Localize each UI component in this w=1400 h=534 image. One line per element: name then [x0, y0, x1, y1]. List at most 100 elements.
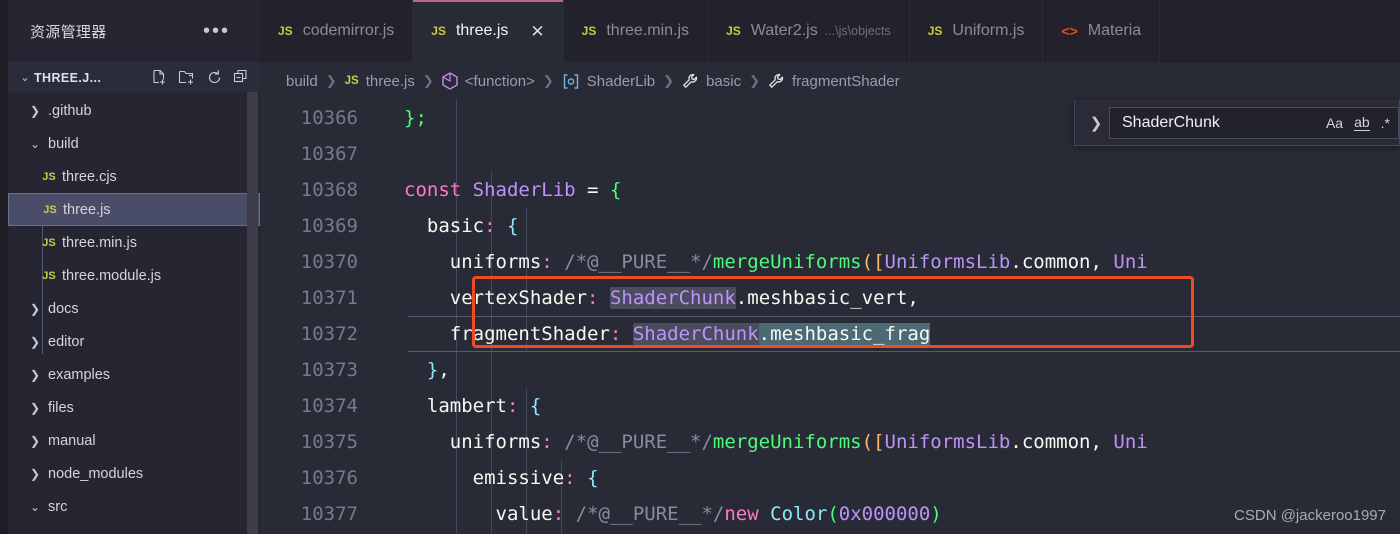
line-number: 10375 — [300, 431, 358, 453]
regex-icon[interactable]: .* — [1381, 116, 1390, 130]
code-line[interactable]: 10370 uniforms: /*@__PURE__*/mergeUnifor… — [260, 244, 1400, 280]
find-widget[interactable]: ❯ ShaderChunk Aa ab .* — [1074, 100, 1400, 146]
breadcrumb-separator-icon: ❯ — [542, 73, 554, 88]
chevron-down-icon[interactable]: ⌄ — [16, 71, 34, 84]
tree-item-label: three.min.js — [62, 234, 137, 251]
breadcrumb-separator-icon: ❯ — [663, 73, 675, 88]
line-number: 10373 — [300, 359, 358, 381]
new-folder-icon[interactable] — [178, 69, 196, 86]
find-input[interactable]: ShaderChunk Aa ab .* — [1109, 106, 1399, 139]
chevron-down-icon[interactable]: ⌄ — [24, 500, 46, 514]
tree-item-label: files — [48, 399, 74, 416]
code-line[interactable]: 10369 basic: { — [260, 208, 1400, 244]
code-line[interactable]: 10376 emissive: { — [260, 460, 1400, 496]
sidebar-scrollbar[interactable] — [247, 92, 258, 534]
code-line[interactable]: 10368 const ShaderLib = { — [260, 172, 1400, 208]
tree-item-files[interactable]: ❯ files — [8, 391, 260, 424]
tree-item-three-js[interactable]: JS three.js — [8, 193, 260, 226]
breadcrumb-item-fragmentshader[interactable]: fragmentShader — [768, 73, 900, 90]
breadcrumb-item-threejs[interactable]: JS three.js — [345, 73, 415, 90]
line-number: 10370 — [300, 251, 358, 273]
tree-item-node-modules[interactable]: ❯ node_modules — [8, 457, 260, 490]
tab-close-icon[interactable]: ✕ — [530, 23, 544, 40]
tab-label: Water2.js — [750, 22, 818, 39]
new-file-icon[interactable] — [151, 69, 168, 86]
chevron-right-icon[interactable]: ❯ — [24, 104, 46, 118]
chevron-right-icon[interactable]: ❯ — [24, 401, 46, 415]
chevron-right-icon[interactable]: ❯ — [24, 467, 46, 481]
chevron-right-icon[interactable]: ❯ — [24, 434, 46, 448]
tree-item-three-cjs[interactable]: JS three.cjs — [8, 160, 260, 193]
tree-item-three-module-js[interactable]: JS three.module.js — [8, 259, 260, 292]
tree-item-label: manual — [48, 432, 96, 449]
breadcrumb: build ❯ JS three.js ❯ <function> ❯ ShaderLib ❯ ba… — [260, 62, 1400, 100]
breadcrumb-label: three.js — [365, 72, 415, 90]
html-file-icon: <> — [1061, 23, 1078, 39]
code-line[interactable]: 10372 fragmentShader: ShaderChunk.meshba… — [260, 316, 1400, 352]
code-line[interactable]: 10373 }, — [260, 352, 1400, 388]
line-number: 10366 — [300, 107, 358, 129]
tree-item--github[interactable]: ❯ .github — [8, 94, 260, 127]
breadcrumb-item-basic[interactable]: basic — [682, 73, 741, 90]
editor-tab-codemirror-js[interactable]: JS codemirror.js — [260, 0, 414, 62]
vscode-window: 资源管理器 ••• ⌄ THREE.J... ❯ .github ⌄ build… — [0, 0, 1400, 534]
tree-item-label: three.module.js — [62, 267, 162, 284]
code-line-text: }; — [404, 107, 427, 129]
chevron-right-icon[interactable]: ❯ — [1083, 114, 1109, 132]
code-line-text: }, — [426, 359, 450, 381]
chevron-right-icon[interactable]: ❯ — [24, 335, 46, 349]
code-line[interactable]: 10375 uniforms: /*@__PURE__*/mergeUnifor… — [260, 424, 1400, 460]
sidebar-more-actions-icon[interactable]: ••• — [203, 21, 248, 41]
breadcrumb-item-function[interactable]: <function> — [442, 72, 535, 90]
chevron-right-icon[interactable]: ❯ — [24, 302, 46, 316]
refresh-icon[interactable] — [206, 69, 223, 86]
code-line[interactable]: 10374 lambert: { — [260, 388, 1400, 424]
chevron-right-icon[interactable]: ❯ — [24, 368, 46, 382]
breadcrumb-label: <function> — [464, 72, 535, 90]
tab-label: three.js — [455, 22, 509, 39]
match-case-icon[interactable]: Aa — [1326, 116, 1343, 130]
js-file-icon: JS — [42, 269, 56, 282]
breadcrumb-item-build[interactable]: build — [286, 73, 318, 90]
js-file-icon: JS — [431, 24, 446, 38]
tree-item-examples[interactable]: ❯ examples — [8, 358, 260, 391]
editor-tab-uniform-js[interactable]: JS Uniform.js — [909, 0, 1044, 62]
function-hexagon-icon — [442, 72, 458, 90]
explorer-actions — [151, 69, 260, 86]
property-wrench-icon — [682, 73, 699, 90]
tab-label: three.min.js — [606, 22, 690, 39]
collapse-all-icon[interactable] — [233, 69, 250, 86]
tab-label: codemirror.js — [302, 22, 395, 39]
js-file-icon: JS — [581, 24, 597, 38]
whole-word-icon[interactable]: ab — [1354, 115, 1370, 131]
tree-item-label: three.js — [63, 201, 111, 218]
code-editor[interactable]: 10366}; 10367 10368 const ShaderLib = {1036… — [260, 100, 1400, 534]
tree-item-build[interactable]: ⌄ build — [8, 127, 260, 160]
tree-item-docs[interactable]: ❯ docs — [8, 292, 260, 325]
tree-item-three-min-js[interactable]: JS three.min.js — [8, 226, 260, 259]
breadcrumb-item-shaderlib[interactable]: ShaderLib — [562, 73, 655, 90]
tree-item-editor[interactable]: ❯ editor — [8, 325, 260, 358]
breadcrumb-label: ShaderLib — [586, 72, 656, 90]
editor-tab-three-min-js[interactable]: JS three.min.js — [563, 0, 709, 62]
code-line-text: lambert: { — [426, 395, 542, 417]
code-line[interactable]: 10377 value: /*@__PURE__*/new Color(0x00… — [260, 496, 1400, 532]
explorer-section-header[interactable]: ⌄ THREE.J... — [8, 62, 260, 92]
workspace-name: THREE.J... — [34, 70, 102, 85]
tree-item-src[interactable]: ⌄ src — [8, 490, 260, 523]
editor-tab-water2-js[interactable]: JS Water2.js ...\js\objects — [708, 0, 910, 62]
file-tree[interactable]: ❯ .github ⌄ build JS three.cjs JS three.js JS thr… — [8, 92, 260, 534]
tree-item-label: examples — [48, 366, 111, 383]
line-number: 10377 — [300, 503, 358, 525]
find-options: Aa ab .* — [1318, 115, 1390, 131]
editor-region: JS codemirror.js JS three.js ✕ JS three.min.js… — [260, 0, 1400, 534]
tab-label: Uniform.js — [952, 22, 1025, 39]
tree-item-label: three.cjs — [62, 168, 117, 185]
editor-tab-three-js[interactable]: JS three.js ✕ — [413, 0, 564, 62]
code-line[interactable]: 10371 vertexShader: ShaderChunk.meshbasi… — [260, 280, 1400, 316]
code-line-text: basic: { — [426, 215, 519, 237]
object-brackets-icon — [562, 73, 580, 90]
editor-tab-materia[interactable]: <> Materia — [1043, 0, 1161, 62]
tree-item-manual[interactable]: ❯ manual — [8, 424, 260, 457]
chevron-down-icon[interactable]: ⌄ — [24, 137, 46, 151]
